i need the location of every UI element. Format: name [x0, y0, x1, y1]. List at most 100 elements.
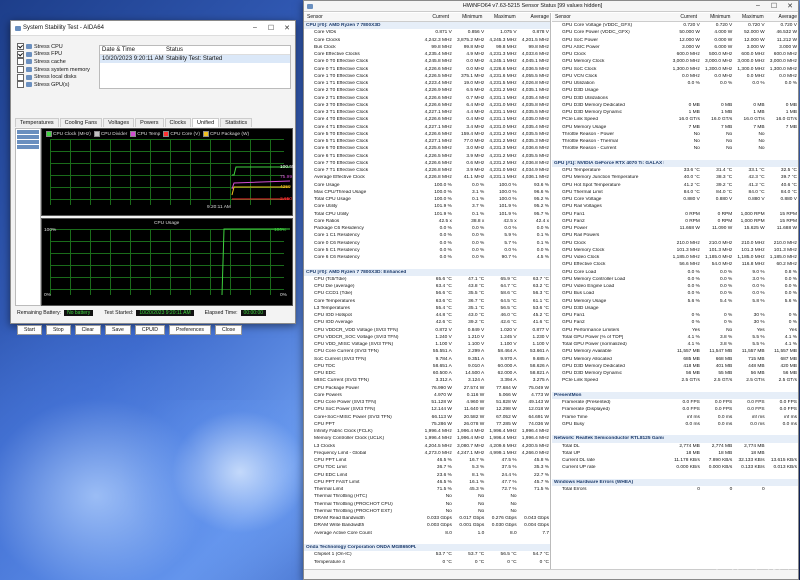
tab-clocks[interactable]: Clocks	[164, 118, 192, 127]
stress-option[interactable]: Stress CPU	[17, 43, 93, 51]
sensor-group-header[interactable]: Windows Hardware Errors (WHEA)	[552, 478, 798, 486]
sensor-row[interactable]: Core 6 C6 Residency 0.0 % 0.0 % 90.7 % 4.5 %	[304, 254, 550, 261]
sensor-row[interactable]: Core Powers 4.970 W 0.116 W 5.066 W 4.773 W	[304, 392, 550, 399]
sensor-row[interactable]: Core 0 T1 Effective Clock 4,226.6 MHz 0.0 …	[304, 66, 550, 73]
sensor-row[interactable]: Core Effective Clocks 4,235.4 MHz 4.9 MHz 4…	[304, 51, 550, 58]
sensor-row[interactable]: CPU Core Power (SVI3 TFN) 51.128 W 4.960 W…	[304, 399, 550, 406]
col-average[interactable]: Average	[517, 14, 550, 20]
sensor-row[interactable]	[304, 261, 550, 268]
sensor-row[interactable]: GPU Fan2 0 % 0 % 30 % 0 %	[552, 319, 798, 326]
col-maximum[interactable]: Maximum	[731, 14, 764, 20]
sensor-row[interactable]: GPU Video Engine Load 0.0 % 0.0 % 0.0 % 0.0 …	[552, 283, 798, 290]
sensor-row[interactable]: Frame Time inf ms 0.0 ms inf ms inf ms	[552, 414, 798, 421]
sensor-row[interactable]: GPU Effective Clock 56.6 MHz 54.0 MHz 116.8…	[552, 261, 798, 268]
sensor-row[interactable]: GPU D3D Memory Dynamic 1 MB 1 MB 1 MB 1 MB	[552, 109, 798, 116]
sensor-row[interactable]: Throttle Reason - Current No No No	[552, 145, 798, 152]
sensor-row[interactable]: Total UP 18 MB 18 MB 18 MB	[552, 450, 798, 457]
sensor-row[interactable]: CPU TDC Limit 36.7 % 5.3 % 37.5 % 35.3 %	[304, 464, 550, 471]
sensor-row[interactable]: GPU ASIC Power 3.000 W 6.000 W 3.000 W 3.000…	[552, 44, 798, 51]
tab-unified[interactable]: Unified	[192, 118, 220, 127]
sensor-row[interactable]: Core 5 T0 Effective Clock 4,226.6 MHz 159.…	[304, 131, 550, 138]
start-button[interactable]: Start	[17, 325, 42, 335]
sensor-row[interactable]: GPU Rail Voltages	[552, 203, 798, 210]
sensor-row[interactable]: Core Clocks 4,242.3 MHz 3,875.2 MHz 4,245.3…	[304, 37, 550, 44]
sensor-row[interactable]: Core 4 T1 Effective Clock 4,227.1 MHz 3.4 …	[304, 124, 550, 131]
checkbox[interactable]	[17, 66, 24, 74]
sensor-row[interactable]: Core VIDs 0.871 V 0.856 V 1.075 V 0.878 V	[304, 29, 550, 36]
col-minimum[interactable]: Minimum	[698, 14, 731, 20]
sensor-row[interactable]: Core 6 T1 Effective Clock 4,226.5 MHz 3.9 …	[304, 153, 550, 160]
close-icon[interactable]: ✕	[279, 24, 295, 32]
hwinfo-titlebar[interactable]: HWiNFO64 v7.63-5215 Sensor Status [99 va…	[304, 1, 798, 12]
sensor-row[interactable]: CPU PPT FAST Limit 46.5 % 16.1 % 47.7 % 45.7…	[304, 479, 550, 486]
test-log-grid[interactable]: Date & Time Status 10/20/2023 9:20:11 AM…	[99, 45, 291, 89]
sensor-row[interactable]: GPU SoC Power 12.000 W 0.000 W 12.000 W 11.2…	[552, 37, 798, 44]
sensor-panel-left[interactable]: Sensor Current Minimum Maximum Average C…	[304, 13, 551, 569]
sensor-row[interactable]: GPU Fan1 0 RPM 0 RPM 1,000 RPM 15 RPM	[552, 211, 798, 218]
sensor-row[interactable]: PCIe Link Speed 2.5 GT/s 2.5 GT/s 2.5 GT/s 2…	[552, 377, 798, 384]
save-button[interactable]: Save	[105, 325, 131, 335]
sensor-row[interactable]: Core 7 T1 Effective Clock 4,226.8 MHz 3.9 …	[304, 167, 550, 174]
checkbox[interactable]	[17, 43, 24, 51]
sensor-row[interactable]: L3 Temperatures 55.4 °C 35.1 °C 56.5 °C 53.6…	[304, 305, 550, 312]
sensor-row[interactable]: GPU Memory Controller Load 0.0 % 0.0 % 3.0 …	[552, 276, 798, 283]
sensor-row[interactable]: Max CPU/Thread Usage 100.0 % 3.1 % 100.0 % 9…	[304, 189, 550, 196]
sensor-row[interactable]: GPU Core Load 0.0 % 0.0 % 9.0 % 0.8 %	[552, 269, 798, 276]
sensor-group-header[interactable]: PresentMon	[552, 391, 798, 399]
sensor-row[interactable]: CPU (Tctl/Tdie) 65.6 °C 47.1 °C 65.9 °C 63.7…	[304, 276, 550, 283]
sensor-row[interactable]: L3 Clocks 4,204.5 MHz 3,080.7 MHz 4,209.6 M…	[304, 443, 550, 450]
tab-voltages[interactable]: Voltages	[103, 118, 135, 127]
stop-button[interactable]: Stop	[45, 325, 71, 335]
sensor-row[interactable]: GPU Core Power (VDDC_GFX) 50.000 W 4.000 W…	[552, 29, 798, 36]
sensor-row[interactable]: GPU Power 11.668 W 11.090 W 15.625 W 11.688 …	[552, 225, 798, 232]
sensor-row[interactable]: Chipset 1 (On-IC) 53.7 °C 53.7 °C 56.5 °C 54…	[304, 551, 550, 558]
sensor-row[interactable]: GPU D3D Usage	[552, 305, 798, 312]
preferences-button[interactable]: Preferences	[169, 325, 211, 335]
sensor-row[interactable]: MISC Current (SVI3 TFN) 3.312 A 3.124 A 3.3…	[304, 377, 550, 384]
sensor-row[interactable]: GPU VCN Clock 0.0 MHz 0.0 MHz 0.0 MHz 0.0 MH…	[552, 73, 798, 80]
sensor-group-header[interactable]: Onda Technology Corporation ONDA MGB650P…	[304, 544, 550, 552]
close-button[interactable]: Close	[215, 325, 243, 335]
tab-temperatures[interactable]: Temperatures	[15, 118, 59, 127]
checkbox[interactable]	[17, 58, 24, 66]
tab-cooling-fans[interactable]: Cooling Fans	[59, 118, 103, 127]
sensor-row[interactable]: Core 6 T0 Effective Clock 4,225.6 MHz 3.0 …	[304, 145, 550, 152]
sensor-row[interactable]: GPU Video Clock 1,185.0 MHz 1,185.0 MHz 1,1…	[552, 254, 798, 261]
sensor-row[interactable]: CPU EDC Limit 23.6 % 8.1 % 24.4 % 22.7 %	[304, 472, 550, 479]
sensor-row[interactable]: Core 0 T0 Effective Clock 4,245.8 MHz 0.0 …	[304, 58, 550, 65]
sensor-row[interactable]: GPU Memory Junction Temperature 40.0 °C 38…	[552, 174, 798, 181]
sensor-row[interactable]: Core Utility 101.9 % 3.7 % 101.9 % 95.2 %	[304, 203, 550, 210]
sensor-row[interactable]: Core 5 C1 Residency 0.0 % 0.0 % 0.0 % 0.0 %	[304, 247, 550, 254]
sensor-row[interactable]: GPU Fan2 0 RPM 0 RPM 1,000 RPM 15 RPM	[552, 218, 798, 225]
sensor-row[interactable]	[552, 385, 798, 392]
sensor-row[interactable]: GPU Core Voltage 0.880 V 0.880 V 0.880 V 0.8…	[552, 196, 798, 203]
sensor-row[interactable]: CPU SoC Power (SVI3 TFN) 12.144 W 11.640 W…	[304, 406, 550, 413]
sensor-row[interactable]: GPU Memory Clock 101.3 MHz 101.3 MHz 101.3 …	[552, 247, 798, 254]
sensor-row[interactable]	[552, 428, 798, 435]
sensor-row[interactable]: CPU VDD_MISC Voltage (SVI3 TFN) 1.100 V 1.…	[304, 341, 550, 348]
sensor-row[interactable]: Core 3 T0 Effective Clock 4,226.6 MHz 6.4 …	[304, 102, 550, 109]
sensor-row[interactable]: Total GPU Power (normalized) 4.1 % 3.8 % 5.…	[552, 341, 798, 348]
sensor-row[interactable]: CPU Package Power 76.990 W 27.574 W 77.684 …	[304, 385, 550, 392]
sensor-row[interactable]: Infinity Fabric Clock (FCLK) 1,996.4 MHz 1…	[304, 428, 550, 435]
sensor-row[interactable]: CPU PPT 75.286 W 26.078 W 77.285 W 74.036 W	[304, 421, 550, 428]
sensor-row[interactable]: DRAM Read Bandwidth 0.033 Gbps 0.017 Gbps 0…	[304, 515, 550, 522]
sensor-row[interactable]: Core 2 T0 Effective Clock 4,226.9 MHz 6.5 …	[304, 87, 550, 94]
sensor-row[interactable]: SoC Current (SVI3 TFN) 9.784 A 9.351 A 9.97…	[304, 356, 550, 363]
graph-item-list[interactable]	[15, 128, 41, 306]
sensor-row[interactable]: GPU D3D Memory Dedicated 418 MB 401 MB 448 …	[552, 363, 798, 370]
sensor-row[interactable]: CPU PPT Limit 46.5 % 16.7 % 47.5 % 45.8 %	[304, 457, 550, 464]
minimize-icon[interactable]: –	[750, 2, 766, 10]
aida64-titlebar[interactable]: System Stability Test - AIDA64 – ☐ ✕	[11, 21, 295, 36]
tab-powers[interactable]: Powers	[135, 118, 164, 127]
sensor-row[interactable]: Memory Controller Clock (UCLK) 1,996.4 MH…	[304, 435, 550, 442]
sensor-row[interactable]: CPU TDC 58.651 A 9.010 A 60.000 A 58.626 A	[304, 363, 550, 370]
sensor-row[interactable]: GPU D3D Usage	[552, 87, 798, 94]
sensor-row[interactable]: Bus Clock 99.8 MHz 99.8 MHz 99.8 MHz 99.8 MH…	[304, 44, 550, 51]
sensor-row[interactable]: CPU VDDCR_SOC Voltage (SVI3 TFN) 1.240 V 1…	[304, 334, 550, 341]
sensor-row[interactable]: Thermal Throttling (PROCHOT CPU) No No No	[304, 501, 550, 508]
tab-statistics[interactable]: Statistics	[220, 118, 253, 127]
sensor-group-header[interactable]: GPU [#1]: NVIDIA GeForce RTX 4070 Ti: GA…	[552, 159, 798, 167]
sensor-row[interactable]: Frequency Limit - Global 4,273.0 MHz 4,247…	[304, 450, 550, 457]
sensor-row[interactable]: Core 3 T1 Effective Clock 4,227.1 MHz 4.4 …	[304, 109, 550, 116]
